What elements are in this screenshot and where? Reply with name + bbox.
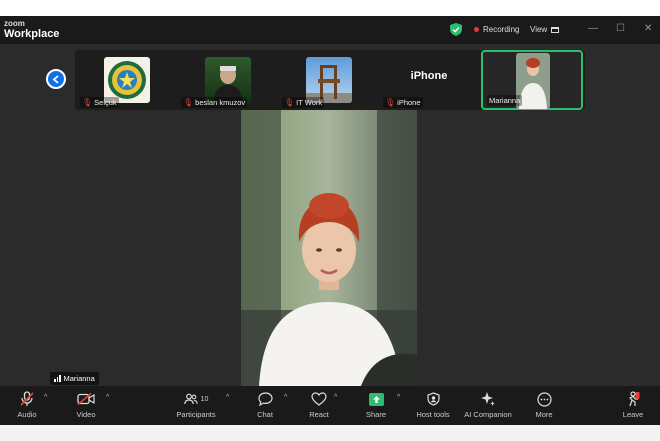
video-options-caret[interactable]: ^ bbox=[106, 394, 109, 401]
minimize-button[interactable]: — bbox=[588, 23, 598, 34]
participants-button[interactable]: 10 Participants bbox=[172, 390, 220, 419]
host-tools-label: Host tools bbox=[416, 410, 450, 419]
participants-label: Participants bbox=[176, 410, 216, 419]
view-label: View bbox=[530, 25, 548, 34]
participant-name-tag: 🎙 IT Work bbox=[282, 97, 325, 108]
host-tools-button[interactable]: Host tools bbox=[413, 390, 453, 419]
maximize-button[interactable]: ☐ bbox=[616, 23, 625, 34]
signal-strength-icon bbox=[54, 375, 61, 382]
speaker-name-tag: Marianna bbox=[50, 372, 99, 385]
react-button[interactable]: React bbox=[307, 390, 331, 419]
zoom-window: zoom Workplace Recording View — ☐ ✕ 🎙 Se… bbox=[0, 16, 660, 425]
share-icon bbox=[368, 392, 384, 406]
video-button[interactable]: Video bbox=[71, 390, 101, 419]
system-taskbar bbox=[0, 425, 660, 441]
participant-display-text: iPhone bbox=[410, 70, 448, 82]
leave-button[interactable]: Leave bbox=[620, 390, 646, 419]
participant-name: IT Work bbox=[296, 98, 323, 107]
participant-name: Selçuk bbox=[94, 98, 117, 107]
mic-off-icon bbox=[20, 391, 34, 406]
meeting-toolbar: Audio ^ Video ^ 10 Participants ^ Chat ^… bbox=[0, 386, 660, 425]
active-speaker-video[interactable] bbox=[241, 110, 417, 386]
participant-name-tag: 🎙 iPhone bbox=[383, 97, 423, 108]
mic-muted-icon: 🎙 bbox=[385, 98, 396, 107]
participant-name: Marianna bbox=[489, 96, 521, 105]
share-options-caret[interactable]: ^ bbox=[397, 394, 400, 401]
video-label: Video bbox=[76, 410, 96, 419]
react-options-caret[interactable]: ^ bbox=[334, 394, 337, 401]
chat-label: Chat bbox=[257, 410, 273, 419]
previous-page-button[interactable] bbox=[46, 69, 66, 89]
participant-name: beslan kmuzov bbox=[195, 98, 246, 107]
sparkle-icon bbox=[481, 392, 495, 406]
more-label: More bbox=[535, 410, 553, 419]
participant-tile-selcuk[interactable]: 🎙 Selçuk bbox=[76, 50, 176, 110]
zoom-logo: zoom Workplace bbox=[4, 19, 60, 40]
audio-button[interactable]: Audio bbox=[12, 390, 42, 419]
logo-line-2: Workplace bbox=[4, 28, 60, 40]
recording-label: Recording bbox=[483, 25, 520, 34]
ai-companion-button[interactable]: AI Companion bbox=[461, 390, 515, 419]
participants-count: 10 bbox=[200, 395, 209, 403]
participants-icon bbox=[183, 393, 198, 405]
grid-view-icon bbox=[551, 26, 560, 33]
share-label: Share bbox=[365, 410, 386, 419]
heart-icon bbox=[311, 392, 327, 406]
participant-name: iPhone bbox=[397, 98, 421, 107]
more-button[interactable]: More bbox=[531, 390, 557, 419]
speaker-name: Marianna bbox=[63, 374, 95, 383]
recording-dot-icon bbox=[474, 27, 479, 32]
participant-tile-iphone[interactable]: iPhone 🎙 iPhone bbox=[379, 50, 479, 110]
close-button[interactable]: ✕ bbox=[644, 23, 652, 34]
title-bar: zoom Workplace Recording View — ☐ ✕ bbox=[0, 16, 660, 44]
encryption-shield-icon[interactable] bbox=[450, 23, 462, 36]
participant-tile-it-work[interactable]: 🎙 IT Work bbox=[278, 50, 378, 110]
audio-label: Audio bbox=[17, 410, 37, 419]
share-button[interactable]: Share bbox=[364, 390, 388, 419]
chevron-left-icon bbox=[52, 74, 59, 84]
chat-icon bbox=[257, 392, 273, 406]
react-label: React bbox=[309, 410, 329, 419]
more-icon bbox=[536, 391, 552, 407]
audio-options-caret[interactable]: ^ bbox=[44, 394, 47, 401]
speaker-video-frame bbox=[241, 110, 417, 386]
participant-tile-beslan[interactable]: 🎙 beslan kmuzov bbox=[177, 50, 277, 110]
participant-name-tag: 🎙 beslan kmuzov bbox=[181, 97, 248, 108]
mic-muted-icon: 🎙 bbox=[284, 98, 295, 107]
chat-button[interactable]: Chat bbox=[253, 390, 277, 419]
view-button[interactable]: View bbox=[530, 25, 560, 34]
leave-label: Leave bbox=[622, 410, 644, 419]
leave-icon bbox=[628, 391, 640, 407]
recording-indicator[interactable]: Recording bbox=[474, 25, 519, 34]
video-off-icon bbox=[77, 393, 95, 405]
mic-muted-icon: 🎙 bbox=[82, 98, 93, 107]
mic-muted-icon: 🎙 bbox=[183, 98, 194, 107]
participant-name-tag: 🎙 Selçuk bbox=[80, 97, 119, 108]
participants-options-caret[interactable]: ^ bbox=[226, 394, 229, 401]
chat-options-caret[interactable]: ^ bbox=[284, 394, 287, 401]
participant-name-tag: Marianna bbox=[487, 95, 523, 106]
participant-tile-marianna[interactable]: Marianna bbox=[481, 50, 583, 110]
shield-icon bbox=[426, 392, 440, 406]
ai-companion-label: AI Companion bbox=[464, 410, 512, 419]
